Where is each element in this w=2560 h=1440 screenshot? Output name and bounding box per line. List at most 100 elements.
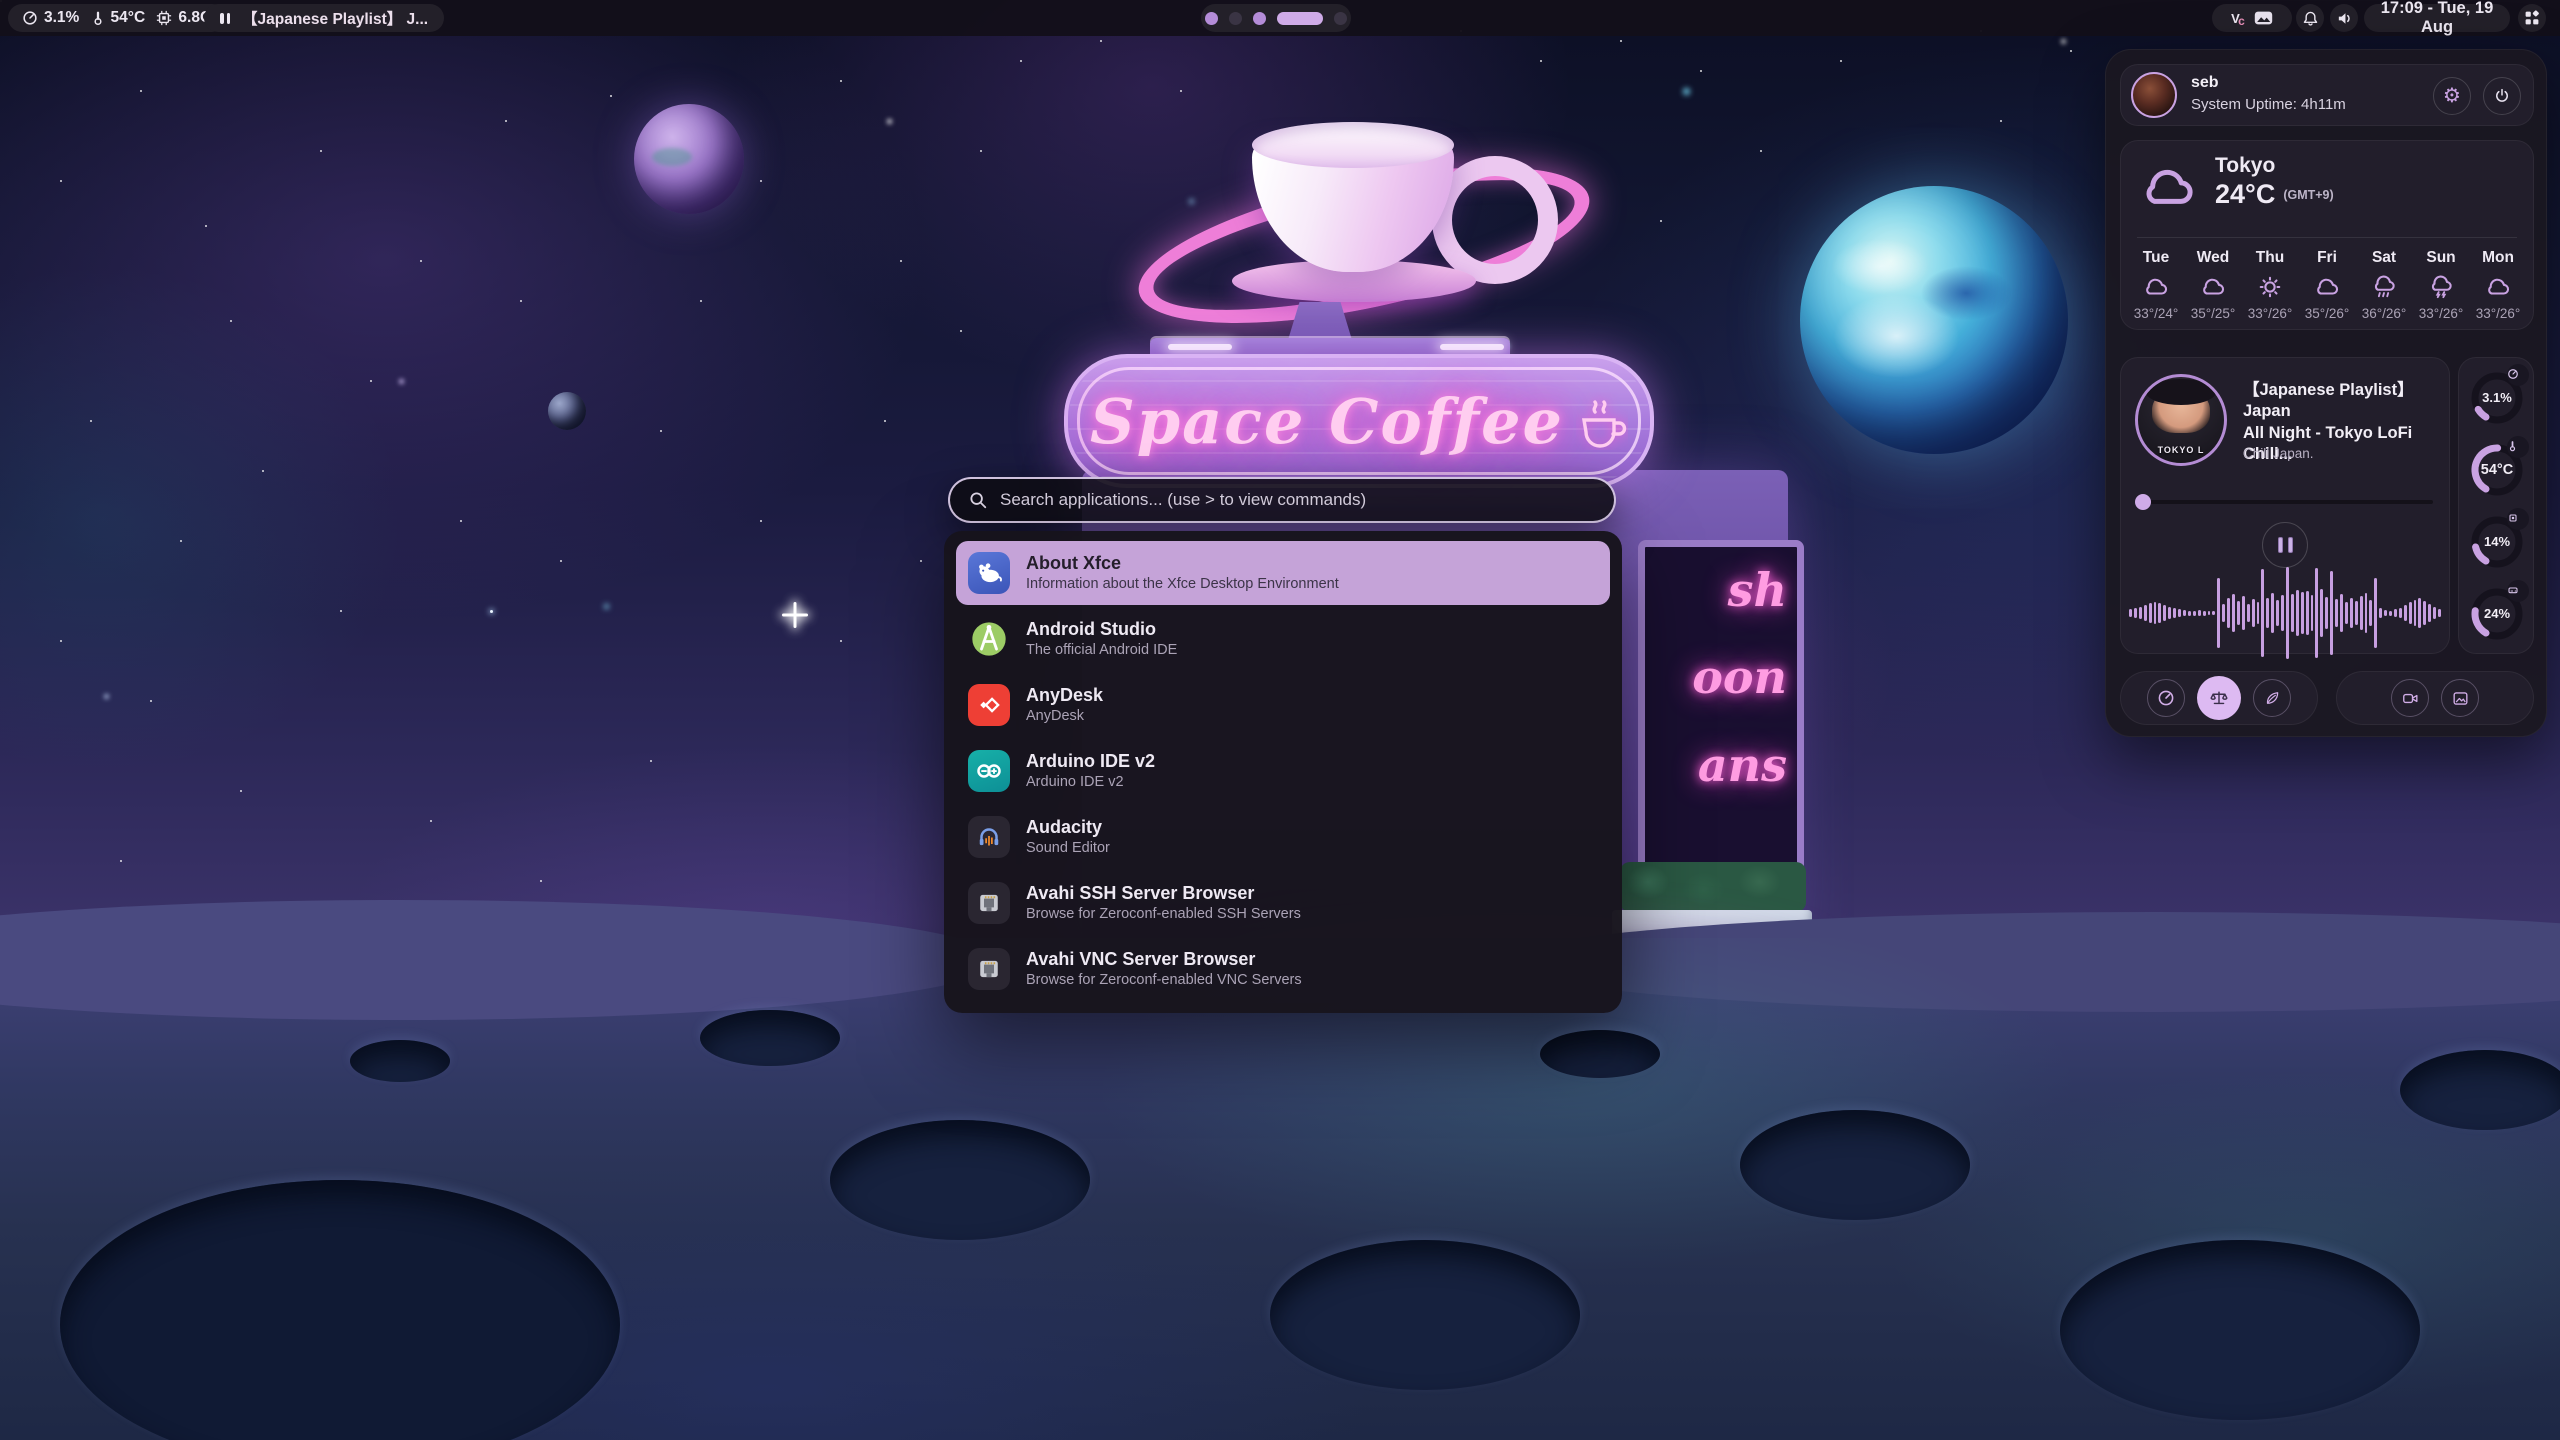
list-item-audacity[interactable]: Audacity Sound Editor: [956, 805, 1610, 869]
list-item-anydesk[interactable]: AnyDesk AnyDesk: [956, 673, 1610, 737]
disk-icon: [2507, 580, 2529, 602]
thermometer-icon: [91, 10, 105, 26]
temp-stat: 54°C: [91, 9, 146, 27]
screenshot-button[interactable]: [2441, 679, 2479, 717]
crater: [2400, 1050, 2560, 1130]
power-profile-group: [2120, 671, 2318, 725]
list-item-about-xfce[interactable]: About Xfce Information about the Xfce De…: [956, 541, 1610, 605]
system-gauges-card: 3.1% 54°C 14%: [2458, 357, 2534, 654]
bright-stars-layer: [490, 610, 493, 613]
app-subtitle: AnyDesk: [1026, 707, 1103, 726]
avatar[interactable]: [2131, 72, 2177, 118]
list-item-arduino[interactable]: Arduino IDE v2 Arduino IDE v2: [956, 739, 1610, 803]
network-port-icon: [968, 882, 1010, 924]
gauge-value: 24%: [2469, 606, 2525, 621]
app-grid-button[interactable]: [2518, 4, 2546, 32]
list-item-android-studio[interactable]: Android Studio The official Android IDE: [956, 607, 1610, 671]
progress-knob[interactable]: [2135, 494, 2151, 510]
star-sparkle: [782, 602, 808, 628]
power-icon: [2493, 87, 2511, 105]
weather-cloud-icon: [2137, 161, 2199, 209]
cloud-icon: [2483, 274, 2513, 300]
neon-sign-text: Space Coffee: [1068, 358, 1650, 484]
app-title: About Xfce: [1026, 552, 1339, 575]
android-studio-icon: [968, 618, 1010, 660]
forecast-day: Thu 33°/26°: [2243, 249, 2297, 321]
search-icon: [968, 490, 988, 510]
pause-icon: [220, 13, 230, 24]
balanced-profile-button[interactable]: [2197, 676, 2241, 720]
speedometer-icon: [2507, 364, 2529, 386]
gauge-value: 14%: [2469, 534, 2525, 549]
app-subtitle: Information about the Xfce Desktop Envir…: [1026, 575, 1339, 594]
gear-icon: ⚙: [2443, 86, 2461, 106]
weather-temp: 24°C(GMT+9): [2215, 179, 2334, 210]
app-subtitle: Arduino IDE v2: [1026, 773, 1155, 792]
app-grid-icon: [2524, 10, 2540, 26]
notifications-button[interactable]: [2296, 4, 2324, 32]
clock-pill[interactable]: 17:09 - Tue, 19 Aug: [2364, 4, 2510, 32]
app-subtitle: Browse for Zeroconf-enabled VNC Servers: [1026, 971, 1302, 990]
now-playing-text: 【Japanese Playlist】 J...: [242, 7, 428, 29]
screen-record-button[interactable]: [2391, 679, 2429, 717]
crater: [2060, 1240, 2420, 1420]
list-item-avahi-vnc[interactable]: Avahi VNC Server Browser Browse for Zero…: [956, 937, 1610, 1001]
crater: [350, 1040, 450, 1082]
image-icon: [2451, 689, 2470, 708]
settings-button[interactable]: ⚙: [2433, 77, 2471, 115]
progress-bar[interactable]: [2137, 500, 2433, 504]
volume-button[interactable]: [2330, 4, 2358, 32]
username: seb: [2191, 74, 2219, 92]
audio-visualizer: [2129, 576, 2441, 650]
crater: [1540, 1030, 1660, 1078]
performance-profile-button[interactable]: [2147, 679, 2185, 717]
workspace-dot[interactable]: [1334, 12, 1347, 25]
list-item-avahi-ssh[interactable]: Avahi SSH Server Browser Browse for Zero…: [956, 871, 1610, 935]
audacity-icon: [968, 816, 1010, 858]
leaf-icon: [2263, 689, 2281, 707]
album-art: TOKYO L: [2135, 374, 2227, 466]
desktop: sh oon ans Space Coffee: [0, 0, 2560, 1440]
forecast-day: Fri 35°/26°: [2300, 249, 2354, 321]
window-neon-text: sh: [1645, 547, 1797, 634]
power-saver-profile-button[interactable]: [2253, 679, 2291, 717]
tray-indicator-icon[interactable]: Vc: [2231, 11, 2240, 26]
weather-city: Tokyo: [2215, 154, 2275, 178]
workspace-dot[interactable]: [1253, 12, 1266, 25]
cpu-stat: 3.1%: [22, 9, 79, 27]
app-subtitle: Sound Editor: [1026, 839, 1110, 858]
search-input[interactable]: Search applications... (use > to view co…: [948, 477, 1616, 523]
image-tray-icon[interactable]: [2254, 10, 2273, 26]
app-title: Android Studio: [1026, 618, 1177, 641]
workspace-dot[interactable]: [1205, 12, 1218, 25]
now-playing-pill[interactable]: 【Japanese Playlist】 J...: [204, 4, 444, 32]
window-neon-text: oon: [1645, 634, 1797, 721]
shop-window: sh oon ans: [1638, 540, 1804, 882]
sun-icon: [2255, 274, 2285, 300]
app-title: Audacity: [1026, 816, 1110, 839]
earth-planet: [1800, 186, 2068, 454]
tray-icons-pill[interactable]: Vc: [2212, 4, 2292, 32]
app-title: Avahi SSH Server Browser: [1026, 882, 1301, 905]
forecast-day: Mon 33°/26°: [2471, 249, 2525, 321]
forecast-day: Sun 33°/26°: [2414, 249, 2468, 321]
weather-card: Tokyo 24°C(GMT+9) Tue 33°/24° Wed 35°/25…: [2120, 140, 2534, 330]
crater: [830, 1120, 1090, 1240]
anydesk-icon: [968, 684, 1010, 726]
cloud-icon: [2198, 274, 2228, 300]
app-title: Arduino IDE v2: [1026, 750, 1155, 773]
power-button[interactable]: [2483, 77, 2521, 115]
app-subtitle: The official Android IDE: [1026, 641, 1177, 660]
workspace-dot[interactable]: [1229, 12, 1242, 25]
chip-icon: [2507, 508, 2529, 530]
play-pause-button[interactable]: [2262, 522, 2308, 568]
divider: [2137, 237, 2517, 238]
neon-sign: Space Coffee: [1064, 354, 1654, 488]
workspace-indicator[interactable]: [1201, 4, 1351, 32]
system-stats-pill[interactable]: 3.1% 54°C: [8, 4, 226, 32]
workspace-dot-active[interactable]: [1277, 12, 1323, 25]
roof-light: [1440, 344, 1504, 350]
media-player-card: TOKYO L 【Japanese Playlist】 Japan All Ni…: [2120, 357, 2450, 654]
dashboard-panel: seb System Uptime: 4h11m ⚙ Tokyo 24°C(GM…: [2105, 49, 2547, 737]
forecast-day: Wed 35°/25°: [2186, 249, 2240, 321]
